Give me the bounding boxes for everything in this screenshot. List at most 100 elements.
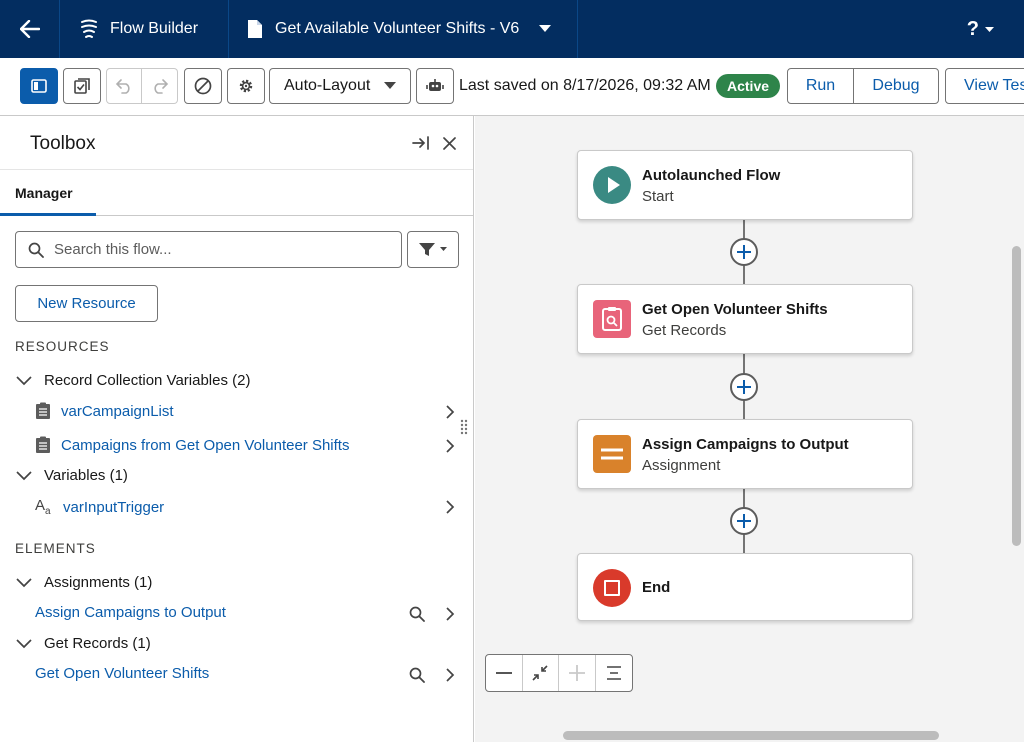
group-record-collection-variables[interactable]: Record Collection Variables (2) bbox=[16, 372, 250, 389]
chevron-down-icon bbox=[16, 577, 32, 587]
chevron-down-icon bbox=[16, 375, 32, 385]
zoom-controls bbox=[485, 654, 633, 692]
run-button[interactable]: Run bbox=[787, 68, 854, 104]
chevron-down-icon bbox=[440, 247, 447, 251]
flow-name-menu[interactable]: Get Available Volunteer Shifts - V6 bbox=[229, 0, 579, 58]
collection-icon bbox=[36, 436, 50, 453]
flow-canvas[interactable]: Autolaunched Flow Start Get Open Volunte… bbox=[475, 116, 1024, 742]
document-icon bbox=[248, 20, 263, 38]
group-get-records[interactable]: Get Records (1) bbox=[16, 635, 151, 652]
app-title: Flow Builder bbox=[60, 0, 230, 58]
filter-icon bbox=[419, 242, 435, 256]
center-view-button[interactable] bbox=[596, 655, 632, 691]
debug-button[interactable]: Debug bbox=[853, 68, 939, 104]
node-title: Autolaunched Flow bbox=[642, 167, 781, 184]
add-element-button[interactable] bbox=[730, 373, 758, 401]
toolbox-panel: Toolbox Manager New Resource RESOURCES R… bbox=[0, 116, 474, 742]
chevron-right-icon[interactable] bbox=[446, 607, 455, 621]
group-assignments[interactable]: Assignments (1) bbox=[16, 574, 152, 591]
assignment-icon bbox=[593, 435, 631, 473]
resize-handle-icon[interactable] bbox=[460, 419, 468, 435]
align-center-icon bbox=[606, 666, 621, 680]
node-title: Assign Campaigns to Output bbox=[642, 436, 849, 453]
vertical-scrollbar[interactable] bbox=[1012, 246, 1021, 546]
group-label: Variables (1) bbox=[44, 467, 128, 484]
group-label: Get Records (1) bbox=[44, 635, 151, 652]
node-subtitle: Assignment bbox=[642, 457, 721, 474]
elements-heading: ELEMENTS bbox=[15, 541, 96, 556]
undo-icon bbox=[115, 79, 130, 94]
chevron-right-icon[interactable] bbox=[446, 668, 455, 682]
search-icon[interactable] bbox=[409, 667, 425, 683]
view-tests-button[interactable]: View Tes bbox=[945, 68, 1024, 104]
node-assignment[interactable]: Assign Campaigns to Output Assignment bbox=[577, 419, 913, 489]
help-menu[interactable]: ? bbox=[967, 18, 994, 41]
chevron-right-icon[interactable] bbox=[446, 500, 455, 514]
filter-button[interactable] bbox=[407, 231, 459, 268]
gear-icon bbox=[239, 79, 253, 93]
toggle-toolbox-button[interactable] bbox=[20, 68, 58, 104]
resource-item[interactable]: Aa varInputTrigger bbox=[35, 497, 164, 517]
version-details-button[interactable] bbox=[63, 68, 101, 104]
layout-select[interactable]: Auto-Layout bbox=[269, 68, 411, 104]
node-start[interactable]: Autolaunched Flow Start bbox=[577, 150, 913, 220]
start-icon bbox=[593, 166, 631, 204]
tab-active-indicator bbox=[0, 213, 96, 216]
ban-icon bbox=[194, 77, 212, 95]
zoom-out-button[interactable] bbox=[486, 655, 523, 691]
panel-icon bbox=[31, 79, 47, 93]
tab-manager[interactable]: Manager bbox=[15, 185, 73, 201]
deactivate-button[interactable] bbox=[184, 68, 222, 104]
close-icon[interactable] bbox=[443, 137, 456, 150]
chevron-right-icon[interactable] bbox=[446, 405, 455, 419]
new-resource-button[interactable]: New Resource bbox=[15, 285, 158, 322]
search-input[interactable] bbox=[54, 241, 374, 258]
undo-button[interactable] bbox=[106, 68, 142, 104]
group-label: Assignments (1) bbox=[44, 574, 153, 591]
back-button[interactable] bbox=[0, 0, 60, 58]
debug-label: Debug bbox=[872, 77, 920, 94]
copy-check-icon bbox=[74, 78, 90, 94]
chevron-down-icon bbox=[985, 26, 994, 32]
redo-button[interactable] bbox=[142, 68, 178, 104]
element-item[interactable]: Assign Campaigns to Output bbox=[35, 604, 226, 621]
add-element-button[interactable] bbox=[730, 507, 758, 535]
layout-select-value: Auto-Layout bbox=[284, 77, 371, 94]
resource-item-label: varCampaignList bbox=[61, 402, 174, 420]
top-bar: Flow Builder Get Available Volunteer Shi… bbox=[0, 0, 1024, 58]
debug-agent-button[interactable] bbox=[416, 68, 454, 104]
toolbar: Auto-Layout Last saved on 8/17/2026, 09:… bbox=[0, 58, 1024, 116]
collapse-right-icon[interactable] bbox=[412, 136, 430, 150]
flow-name: Get Available Volunteer Shifts - V6 bbox=[275, 20, 520, 37]
node-end[interactable]: End bbox=[577, 553, 913, 621]
node-subtitle: Start bbox=[642, 188, 674, 205]
group-variables[interactable]: Variables (1) bbox=[16, 467, 128, 484]
redo-icon bbox=[153, 79, 168, 94]
resource-item-label: Campaigns from Get Open Volunteer Shifts bbox=[61, 436, 350, 454]
chevron-right-icon[interactable] bbox=[446, 439, 455, 453]
text-variable-icon: Aa bbox=[35, 497, 51, 517]
chevron-down-icon bbox=[16, 470, 32, 480]
flow-logo-icon bbox=[81, 19, 97, 38]
element-item[interactable]: Get Open Volunteer Shifts bbox=[35, 665, 209, 682]
resource-item[interactable]: Campaigns from Get Open Volunteer Shifts bbox=[35, 436, 349, 454]
new-resource-label: New Resource bbox=[37, 295, 136, 312]
zoom-in-button[interactable] bbox=[559, 655, 596, 691]
element-item-label: Get Open Volunteer Shifts bbox=[35, 665, 210, 682]
resource-item[interactable]: varCampaignList bbox=[35, 402, 174, 420]
horizontal-scrollbar[interactable] bbox=[563, 731, 939, 740]
fit-view-button[interactable] bbox=[523, 655, 559, 691]
plus-icon bbox=[568, 665, 585, 681]
search-icon[interactable] bbox=[409, 606, 425, 622]
plus-icon bbox=[737, 245, 751, 259]
status-badge: Active bbox=[716, 74, 781, 98]
shrink-icon bbox=[532, 665, 548, 681]
add-element-button[interactable] bbox=[730, 238, 758, 266]
settings-button[interactable] bbox=[227, 68, 265, 104]
search-icon bbox=[28, 242, 44, 258]
collection-icon bbox=[36, 402, 50, 419]
node-get-records[interactable]: Get Open Volunteer Shifts Get Records bbox=[577, 284, 913, 354]
help-icon: ? bbox=[966, 18, 979, 40]
plus-icon bbox=[737, 380, 751, 394]
resources-heading: RESOURCES bbox=[15, 339, 110, 354]
